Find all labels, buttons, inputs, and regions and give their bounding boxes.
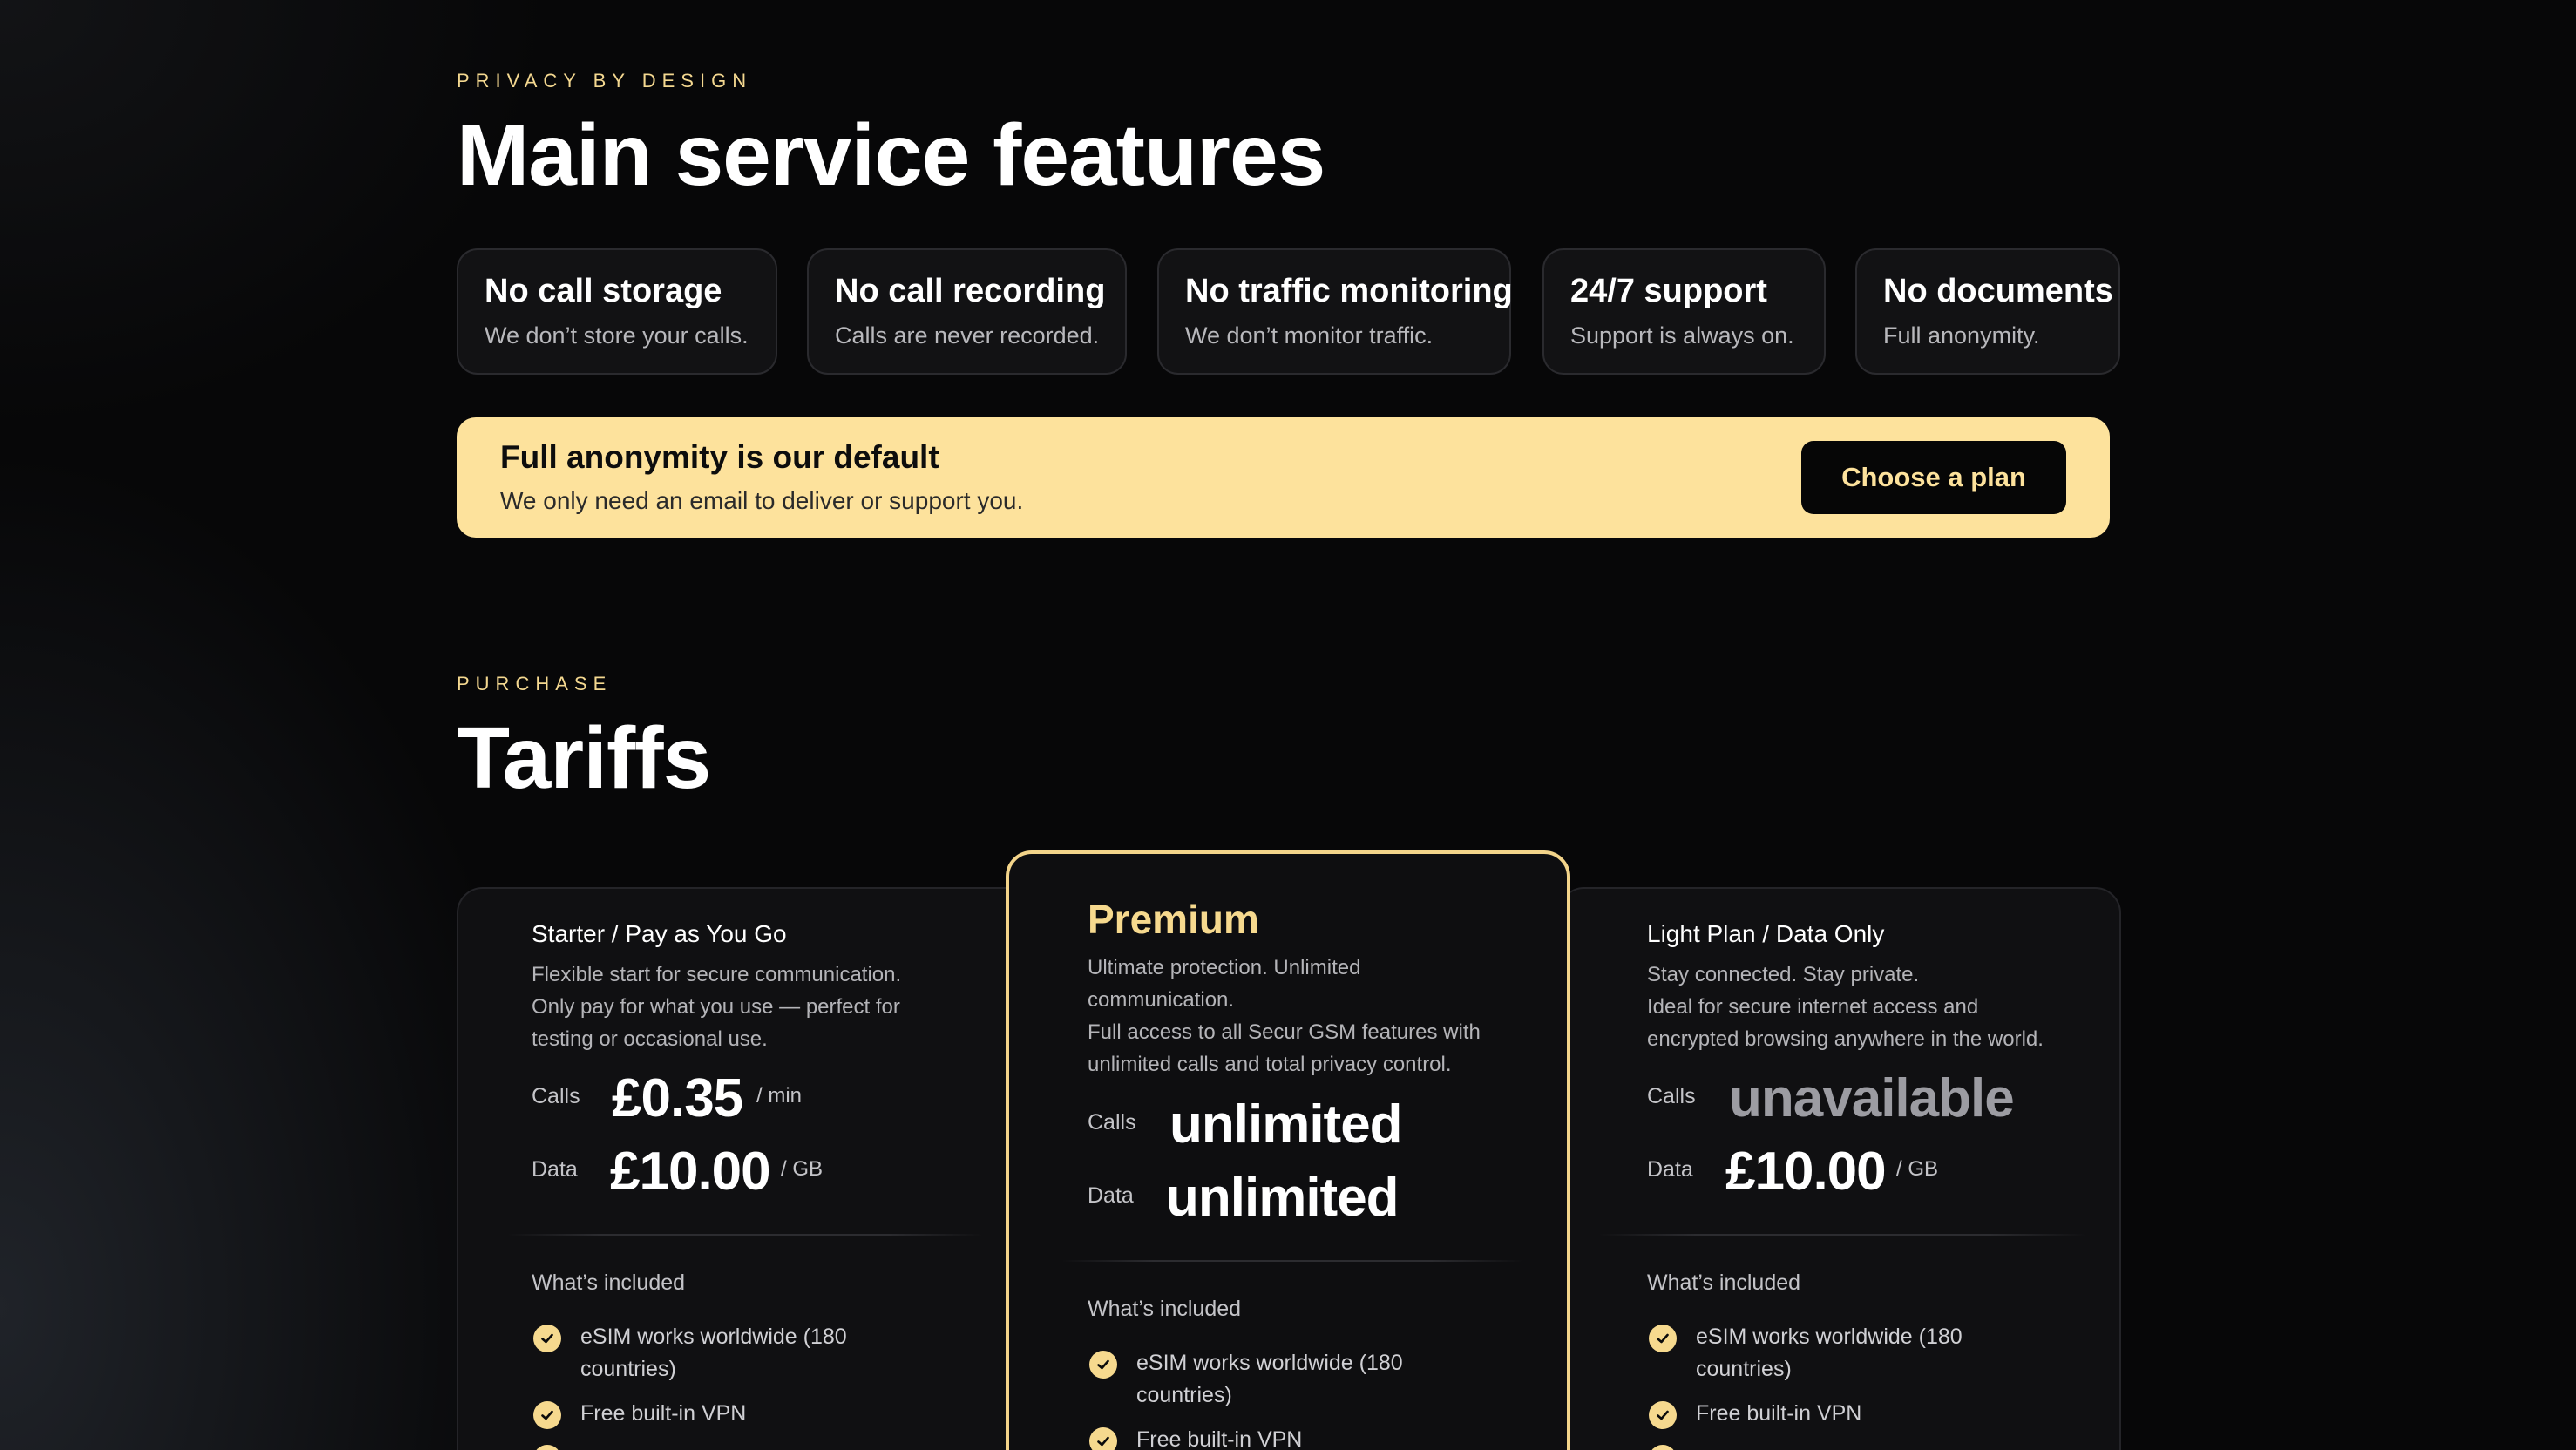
included-label: What’s included — [532, 1270, 686, 1295]
feature-card: 24/7 support Support is always on. — [1542, 248, 1826, 375]
feature-card: No documents Full anonymity. — [1855, 248, 2120, 375]
tariffs-eyebrow: PURCHASE — [457, 673, 613, 695]
feature-desc: Full anonymity. — [1883, 322, 2040, 349]
tariffs-title: Tariffs — [457, 709, 711, 807]
plan-desc-line: Flexible start for secure communication. — [532, 963, 902, 986]
plan-description: Ultimate protection. Unlimited communica… — [1088, 952, 1541, 1081]
plan-card-premium[interactable]: Premium Ultimate protection. Unlimited c… — [1006, 850, 1570, 1450]
feature-line: countries) — [1696, 1357, 1792, 1381]
divider — [1598, 1234, 2086, 1236]
feature-title: No call storage — [485, 273, 722, 309]
feature-title: No traffic monitoring — [1185, 273, 1513, 309]
data-label: Data — [532, 1157, 578, 1182]
choose-plan-button[interactable]: Choose a plan — [1801, 441, 2066, 514]
feature-line: eSIM works worldwide (180 — [1696, 1325, 1963, 1349]
plan-desc-line: Full access to all Secur GSM features wi… — [1088, 1020, 1481, 1044]
feature-title: No documents — [1883, 273, 2113, 309]
feature-desc: We don’t store your calls. — [485, 322, 749, 349]
plan-desc-line: encrypted browsing anywhere in the world… — [1647, 1027, 2044, 1051]
plan-name: Light Plan / Data Only — [1647, 920, 1885, 947]
calls-label: Calls — [1647, 1084, 1696, 1108]
anonymity-banner: Full anonymity is our default We only ne… — [457, 417, 2110, 538]
feature-item: eSIM works worldwide (180 countries) — [1136, 1347, 1403, 1412]
features-eyebrow: PRIVACY BY DESIGN — [457, 70, 753, 91]
feature-item: eSIM works worldwide (180 countries) — [1696, 1321, 1963, 1386]
plan-desc-line: communication. — [1088, 988, 1235, 1012]
calls-price: unlimited — [1169, 1094, 1403, 1155]
feature-title: 24/7 support — [1570, 273, 1767, 309]
plan-name: Premium — [1088, 897, 1259, 942]
plan-card-starter[interactable]: Starter / Pay as You Go Flexible start f… — [457, 887, 1032, 1450]
feature-title: No call recording — [835, 273, 1106, 309]
feature-desc: We don’t monitor traffic. — [1185, 322, 1434, 349]
banner-subtitle: We only need an email to deliver or supp… — [500, 487, 1024, 514]
feature-item: Free built-in VPN — [580, 1401, 747, 1426]
check-icon — [1089, 1427, 1117, 1450]
features-title: Main service features — [457, 106, 1325, 204]
plan-card-light[interactable]: Light Plan / Data Only Stay connected. S… — [1558, 887, 2121, 1450]
feature-line: eSIM works worldwide (180 — [580, 1325, 847, 1349]
data-unit: / GB — [781, 1157, 824, 1181]
included-label: What’s included — [1088, 1297, 1242, 1321]
calls-label: Calls — [532, 1084, 580, 1108]
data-price: £10.00 — [1725, 1142, 1887, 1202]
divider — [1061, 1260, 1523, 1262]
plan-desc-line: Only pay for what you use — perfect for — [532, 995, 900, 1019]
check-icon — [533, 1401, 561, 1429]
included-label: What’s included — [1647, 1270, 1801, 1295]
data-unit: / GB — [1896, 1157, 1939, 1181]
calls-label: Calls — [1088, 1110, 1136, 1135]
feature-line: eSIM works worldwide (180 — [1136, 1351, 1403, 1375]
plan-desc-line: Ideal for secure internet access and — [1647, 995, 1979, 1019]
plan-desc-line: Ultimate protection. Unlimited — [1088, 956, 1361, 979]
calls-price: £0.35 — [612, 1068, 743, 1128]
feature-desc: Calls are never recorded. — [835, 322, 1100, 349]
check-icon — [1649, 1325, 1677, 1352]
check-icon — [533, 1325, 561, 1352]
feature-item: Free built-in VPN — [1696, 1401, 1862, 1426]
calls-price: unavailable — [1729, 1068, 2015, 1128]
plan-description: Flexible start for secure communication.… — [532, 959, 967, 1055]
feature-card: No call storage We don’t store your call… — [457, 248, 777, 375]
plan-description: Stay connected. Stay private. Ideal for … — [1647, 959, 2100, 1055]
plan-desc-line: unlimited calls and total privacy contro… — [1088, 1053, 1452, 1076]
check-icon — [1649, 1445, 1677, 1450]
divider — [507, 1234, 983, 1236]
plan-desc-line: testing or occasional use. — [532, 1027, 768, 1051]
feature-item: eSIM works worldwide (180 countries) — [580, 1321, 847, 1386]
feature-line: countries) — [1136, 1383, 1232, 1407]
check-icon — [1649, 1401, 1677, 1429]
data-label: Data — [1647, 1157, 1693, 1182]
feature-desc: Support is always on. — [1570, 322, 1794, 349]
feature-line: countries) — [580, 1357, 676, 1381]
check-icon — [1089, 1351, 1117, 1379]
data-price: unlimited — [1166, 1168, 1400, 1228]
feature-card: No traffic monitoring We don’t monitor t… — [1157, 248, 1513, 375]
calls-unit: / min — [756, 1084, 803, 1108]
feature-card: No call recording Calls are never record… — [807, 248, 1127, 375]
check-icon — [533, 1445, 561, 1450]
plan-name: Starter / Pay as You Go — [532, 920, 787, 947]
plan-desc-line: Stay connected. Stay private. — [1647, 963, 1920, 986]
feature-item: Free built-in VPN — [1136, 1427, 1303, 1450]
data-label: Data — [1088, 1183, 1134, 1208]
banner-title: Full anonymity is our default — [500, 439, 939, 475]
data-price: £10.00 — [610, 1142, 771, 1202]
